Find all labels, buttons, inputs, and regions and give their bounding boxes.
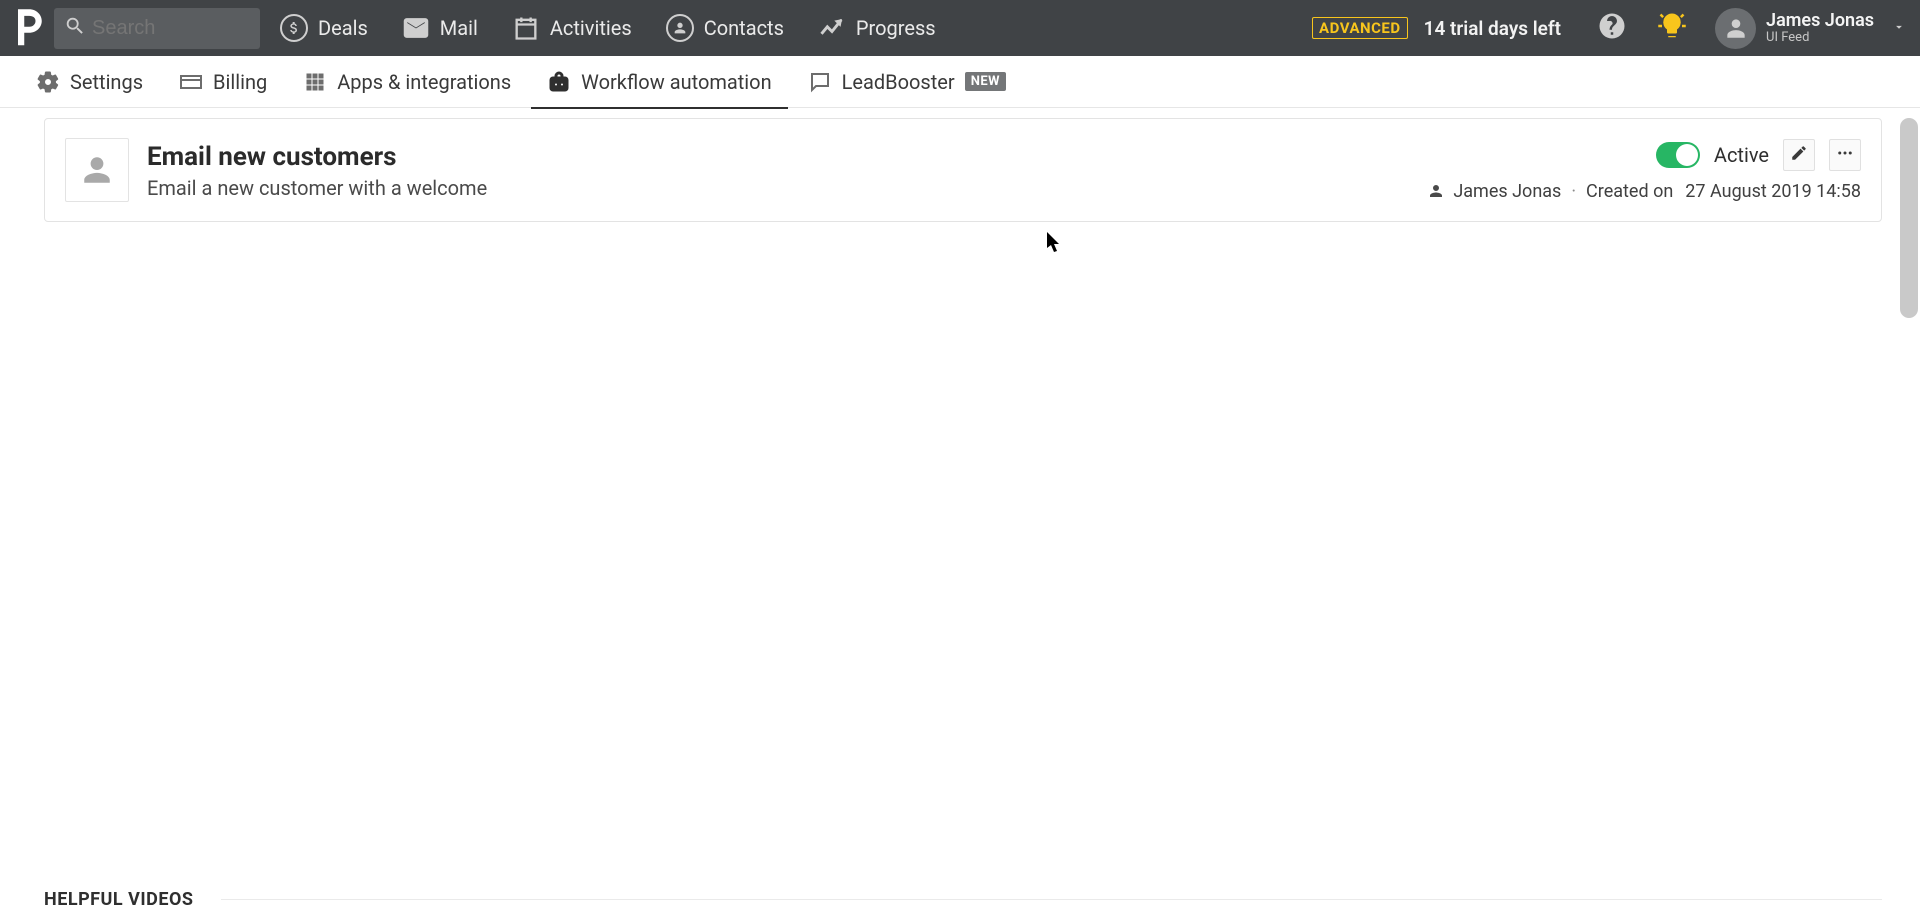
tab-settings[interactable]: Settings <box>20 56 159 108</box>
page-content: Email new customers Email a new customer… <box>0 108 1920 910</box>
calendar-icon <box>512 14 540 42</box>
automation-icon <box>547 70 571 94</box>
owner-icon <box>1427 182 1445 200</box>
active-toggle[interactable] <box>1656 142 1700 168</box>
apps-grid-icon <box>303 70 327 94</box>
tab-billing[interactable]: Billing <box>163 56 283 108</box>
more-button[interactable] <box>1829 139 1861 171</box>
progress-icon <box>818 14 846 42</box>
workflow-thumbnail <box>65 138 129 202</box>
active-label: Active <box>1714 143 1769 167</box>
deals-icon <box>280 14 308 42</box>
tab-leadbooster-label: LeadBooster <box>842 70 955 94</box>
user-menu[interactable]: James Jonas UI Feed <box>1705 8 1912 49</box>
workflow-description: Email a new customer with a welcome <box>147 176 1409 200</box>
help-button[interactable] <box>1585 0 1639 56</box>
pencil-icon <box>1790 144 1808 166</box>
created-on-label: Created on <box>1586 181 1673 202</box>
top-bar: Deals Mail Activities Contacts Progress … <box>0 0 1920 56</box>
tab-apps-label: Apps & integrations <box>337 70 511 94</box>
helpful-videos-section: HELPFUL VIDEOS <box>44 889 1882 910</box>
plan-badge: ADVANCED <box>1312 17 1408 39</box>
person-icon <box>80 153 114 187</box>
nav-activities[interactable]: Activities <box>498 0 646 56</box>
app-logo[interactable] <box>8 4 48 52</box>
gear-icon <box>36 70 60 94</box>
workflow-owner: James Jonas <box>1453 181 1561 202</box>
tab-workflow-label: Workflow automation <box>581 70 771 94</box>
search-icon <box>64 15 86 41</box>
trial-days-left: 14 trial days left <box>1424 17 1561 40</box>
chevron-down-icon <box>1892 19 1906 38</box>
nav-deals[interactable]: Deals <box>266 0 382 56</box>
workflow-row[interactable]: Email new customers Email a new customer… <box>44 118 1882 222</box>
edit-button[interactable] <box>1783 139 1815 171</box>
contacts-icon <box>666 14 694 42</box>
nav-contacts[interactable]: Contacts <box>652 0 798 56</box>
tab-workflow-automation[interactable]: Workflow automation <box>531 56 787 108</box>
nav-contacts-label: Contacts <box>704 16 784 40</box>
new-badge: NEW <box>965 72 1006 91</box>
divider <box>221 899 1882 900</box>
user-subtext: UI Feed <box>1766 31 1874 45</box>
tab-billing-label: Billing <box>213 70 267 94</box>
nav-activities-label: Activities <box>550 16 632 40</box>
mail-icon <box>402 14 430 42</box>
tips-button[interactable] <box>1645 0 1699 56</box>
workflow-meta: James Jonas · Created on 27 August 2019 … <box>1427 181 1861 202</box>
search-box[interactable] <box>54 8 260 49</box>
nav-deals-label: Deals <box>318 16 368 40</box>
user-name: James Jonas <box>1766 11 1874 31</box>
tab-settings-label: Settings <box>70 70 143 94</box>
created-on-date: 27 August 2019 14:58 <box>1685 181 1861 202</box>
help-icon <box>1597 11 1627 45</box>
scrollbar-thumb[interactable] <box>1900 118 1918 318</box>
chat-icon <box>808 70 832 94</box>
tab-leadbooster[interactable]: LeadBooster NEW <box>792 56 1022 108</box>
nav-progress[interactable]: Progress <box>804 0 950 56</box>
lightbulb-icon <box>1657 11 1687 45</box>
helpful-videos-heading: HELPFUL VIDEOS <box>44 889 193 910</box>
avatar <box>1715 8 1756 49</box>
workflow-title: Email new customers <box>147 142 1409 172</box>
credit-card-icon <box>179 70 203 94</box>
search-input[interactable] <box>92 17 250 40</box>
nav-mail-label: Mail <box>440 16 478 40</box>
nav-progress-label: Progress <box>856 16 936 40</box>
settings-tabs: Settings Billing Apps & integrations Wor… <box>0 56 1920 108</box>
tab-apps[interactable]: Apps & integrations <box>287 56 527 108</box>
nav-mail[interactable]: Mail <box>388 0 492 56</box>
more-horizontal-icon <box>1836 144 1854 166</box>
